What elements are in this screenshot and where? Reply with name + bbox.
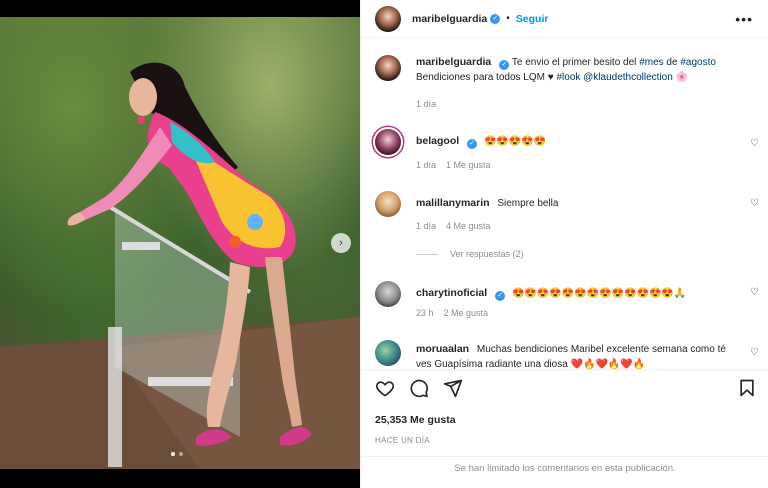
comment-username[interactable]: belagool — [416, 135, 459, 147]
post-header: maribelguardia ✓ • Seguir ••• — [361, 0, 768, 38]
post-photo[interactable] — [0, 17, 360, 469]
comment-time[interactable]: 1 día — [416, 221, 436, 231]
caption-text-before: Te envio el primer besito del — [511, 57, 637, 68]
comment-meta: 23 h 2 Me gusta — [416, 308, 488, 318]
chevron-right-icon: › — [339, 237, 343, 249]
more-icon[interactable]: ••• — [735, 11, 753, 27]
carousel-dot — [179, 452, 183, 456]
like-button[interactable] — [375, 378, 395, 398]
post-actions: 25,353 Me gusta HACE UN DÍA Se han limit… — [361, 369, 768, 479]
follow-button[interactable]: Seguir — [516, 13, 549, 25]
post-time[interactable]: HACE UN DÍA — [375, 436, 430, 445]
likes-count[interactable]: 25,353 Me gusta — [375, 414, 456, 426]
avatar[interactable] — [375, 5, 401, 32]
carousel-dot-active — [171, 452, 175, 456]
bookmark-icon — [740, 379, 754, 397]
view-replies-label: Ver respuestas (2) — [450, 249, 524, 259]
comment: malillanymarin Siempre bella — [375, 191, 765, 217]
next-slide-button[interactable]: › — [331, 233, 351, 253]
comments-list: maribelguardia ✓ Te envio el primer besit… — [361, 39, 768, 369]
avatar[interactable] — [375, 340, 401, 366]
hashtag-link[interactable]: #look — [556, 72, 580, 83]
carousel-dots — [171, 452, 183, 456]
caption-username[interactable]: maribelguardia — [416, 56, 491, 68]
verified-badge-icon: ✓ — [495, 291, 506, 301]
comment-likes[interactable]: 2 Me gusta — [444, 308, 489, 318]
share-button[interactable] — [443, 378, 463, 398]
comment-text: belagool ✓ 😍😍😍😍😍 — [416, 129, 736, 155]
comment-body: 😍😍😍😍😍 — [483, 136, 547, 147]
comment-like-icon[interactable]: ♡ — [750, 287, 759, 298]
comment-username[interactable]: malillanymarin — [416, 197, 490, 209]
comment: moruaalan Muchas bendiciones Maribel exc… — [375, 340, 765, 369]
comment: belagool ✓ 😍😍😍😍😍 — [375, 129, 765, 155]
hashtag-link[interactable]: #mes — [639, 57, 663, 68]
comment-body: Siempre bella — [497, 198, 559, 209]
comment-time[interactable]: 23 h — [416, 308, 434, 318]
comment-text: moruaalan Muchas bendiciones Maribel exc… — [416, 340, 736, 369]
photo-illustration — [0, 62, 360, 469]
share-icon — [443, 379, 463, 398]
verified-badge-icon: ✓ — [490, 13, 501, 24]
mention-link[interactable]: @klaudethcollection — [583, 72, 673, 83]
replies-divider — [416, 253, 438, 255]
save-button[interactable] — [737, 378, 757, 398]
instagram-post: › maribelguardia ✓ • Seguir ••• maribelg… — [0, 0, 768, 488]
comment-like-icon[interactable]: ♡ — [750, 347, 759, 358]
flower-emoji: 🌸 — [675, 72, 689, 83]
comment-text: charytinoficial ✓ 😍😍😍😍😍😍😍😍😍😍😍😍😍🙏 — [416, 281, 736, 307]
hashtag-link[interactable]: #agosto — [680, 57, 716, 68]
comment-username[interactable]: moruaalan — [416, 343, 469, 355]
comment-meta: 1 día 4 Me gusta — [416, 221, 491, 231]
heart-emoji: ♥ — [547, 72, 554, 83]
avatar[interactable] — [375, 55, 401, 81]
caption-line2: Bendiciones para todos LQM — [416, 72, 545, 83]
comment-icon — [410, 379, 429, 398]
comment-body: 😍😍😍😍😍😍😍😍😍😍😍😍😍🙏 — [511, 288, 687, 299]
caption-meta: 1 día — [416, 99, 436, 109]
comment: charytinoficial ✓ 😍😍😍😍😍😍😍😍😍😍😍😍😍🙏 — [375, 281, 765, 307]
header-separator: • — [506, 13, 510, 24]
comment-likes[interactable]: 1 Me gusta — [446, 160, 491, 170]
verified-badge-icon: ✓ — [467, 139, 478, 149]
caption: maribelguardia ✓ Te envio el primer besit… — [375, 55, 765, 85]
post-photo-panel: › — [0, 0, 360, 488]
avatar[interactable] — [375, 129, 401, 155]
comments-limited-notice: Se han limitado los comentarios en esta … — [361, 456, 768, 480]
action-bar — [375, 378, 463, 398]
comment-meta: 1 día 1 Me gusta — [416, 160, 491, 170]
view-replies-button[interactable]: Ver respuestas (2) — [416, 249, 524, 259]
heart-outline-icon — [375, 381, 395, 397]
comment-time[interactable]: 1 día — [416, 160, 436, 170]
post-sidebar: maribelguardia ✓ • Seguir ••• maribelgua… — [360, 0, 768, 488]
comment-like-icon[interactable]: ♡ — [750, 198, 759, 209]
comment-button[interactable] — [409, 378, 429, 398]
caption-text: maribelguardia ✓ Te envio el primer besit… — [416, 55, 736, 85]
header-username[interactable]: maribelguardia — [412, 13, 487, 25]
comment-like-icon[interactable]: ♡ — [750, 138, 759, 149]
caption-word: de — [666, 57, 678, 68]
avatar[interactable] — [375, 281, 401, 307]
comment-text: malillanymarin Siempre bella — [416, 191, 736, 217]
caption-time[interactable]: 1 día — [416, 99, 436, 109]
avatar[interactable] — [375, 191, 401, 217]
comment-likes[interactable]: 4 Me gusta — [446, 221, 491, 231]
comment-username[interactable]: charytinoficial — [416, 287, 487, 299]
verified-badge-icon: ✓ — [499, 60, 510, 70]
